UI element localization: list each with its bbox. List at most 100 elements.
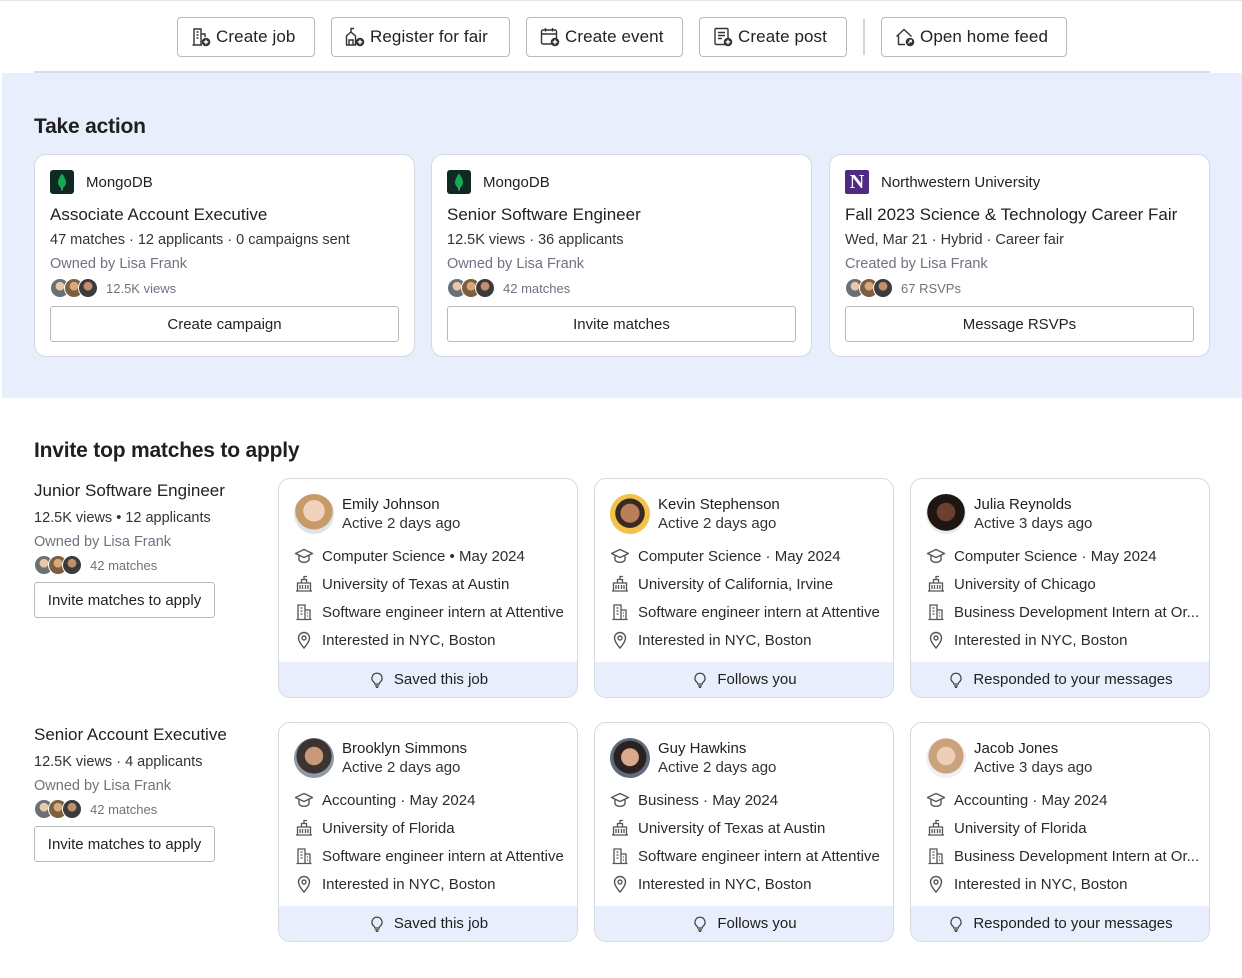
avatar-stack: 42 matches [34,799,264,819]
graduation-cap-icon [926,546,946,566]
match-card[interactable]: Guy Hawkins Active 2 days ago Business ·… [594,722,894,942]
job-owner: Owned by Lisa Frank [34,534,172,550]
match-study: Computer Science · May 2024 [926,546,1206,566]
job-summary: Junior Software Engineer 12.5K views • 1… [34,481,264,621]
match-card[interactable]: Julia Reynolds Active 3 days ago Compute… [910,478,1210,698]
create-event-button[interactable]: Create event [526,17,683,57]
match-active: Active 2 days ago [342,759,461,776]
match-name: Guy Hawkins [658,740,747,757]
graduation-cap-icon [610,546,630,566]
avatar-stack: 42 matches [447,278,570,298]
toolbar-divider [863,19,865,55]
create-job-label: Create job [216,27,296,46]
job-owner: Owned by Lisa Frank [34,778,172,794]
university-icon [610,574,630,594]
match-study: Accounting · May 2024 [294,790,574,810]
university-icon [294,818,314,838]
action-card[interactable]: MongoDB Associate Account Executive 47 m… [34,154,415,357]
open-home-feed-button[interactable]: Open home feed [881,17,1067,57]
graduation-cap-icon [294,546,314,566]
match-work: Business Development Intern at Or... [926,602,1206,622]
action-card-title: Fall 2023 Science & Technology Career Fa… [845,205,1178,224]
match-active: Active 3 days ago [974,759,1093,776]
match-reason: Responded to your messages [911,906,1209,941]
building-plus-icon [192,28,211,47]
invite-matches-button[interactable]: Invite matches [447,306,796,342]
university-icon [926,818,946,838]
university-icon [926,574,946,594]
avatar-stack-label: 12.5K views [106,280,177,296]
action-card-meta: 12.5K views · 36 applicants [447,232,624,248]
match-card[interactable]: Emily Johnson Active 2 days ago Computer… [278,478,578,698]
lightbulb-icon [368,915,386,933]
mongodb-logo-icon [50,170,74,194]
toolbar-top-rule [0,0,1242,1]
match-card[interactable]: Jacob Jones Active 3 days ago Accounting… [910,722,1210,942]
avatar [62,555,82,575]
avatar-stack-label: 67 RSVPs [901,280,961,296]
create-campaign-button[interactable]: Create campaign [50,306,399,342]
match-card[interactable]: Brooklyn Simmons Active 2 days ago Accou… [278,722,578,942]
action-card-meta: 47 matches · 12 applicants · 0 campaigns… [50,232,350,248]
location-pin-icon [926,874,946,894]
action-card-owner: Owned by Lisa Frank [50,256,188,272]
match-name: Brooklyn Simmons [342,740,468,757]
match-interest: Interested in NYC, Boston [610,630,890,650]
building-icon [926,602,946,622]
action-card[interactable]: N Northwestern University Fall 2023 Scie… [829,154,1210,357]
match-school: University of California, Irvine [610,574,890,594]
avatar [294,738,334,778]
lightbulb-icon [947,671,965,689]
avatar [873,278,893,298]
match-active: Active 3 days ago [974,515,1093,532]
create-job-button[interactable]: Create job [177,17,315,57]
create-post-label: Create post [738,27,827,46]
lightbulb-icon [691,915,709,933]
avatar [62,799,82,819]
match-reason: Follows you [595,906,893,941]
avatar [926,494,966,534]
avatar [610,494,650,534]
match-work: Software engineer intern at Attentive [610,846,890,866]
university-icon [294,574,314,594]
org-name: MongoDB [483,173,550,191]
match-reason: Follows you [595,662,893,697]
action-card-org: MongoDB [50,170,153,194]
northwestern-logo-icon: N [845,170,869,194]
lightbulb-icon [368,671,386,689]
avatar-stack: 67 RSVPs [845,278,961,298]
match-reason: Saved this job [279,662,577,697]
org-name: Northwestern University [881,173,1041,191]
job-meta: 12.5K views • 12 applicants [34,510,211,526]
match-reason: Responded to your messages [911,662,1209,697]
invite-matches-to-apply-button[interactable]: Invite matches to apply [34,582,215,618]
match-interest: Interested in NYC, Boston [926,874,1206,894]
org-name: MongoDB [86,173,153,191]
message-rsvps-button[interactable]: Message RSVPs [845,306,1194,342]
match-work: Software engineer intern at Attentive [294,846,574,866]
match-reason: Saved this job [279,906,577,941]
match-study: Accounting · May 2024 [926,790,1206,810]
match-interest: Interested in NYC, Boston [294,874,574,894]
create-post-button[interactable]: Create post [699,17,847,57]
job-meta: 12.5K views · 4 applicants [34,754,203,770]
action-toolbar: Create job Register for fair Create even… [0,0,1242,73]
job-summary: Senior Account Executive 12.5K views · 4… [34,725,264,865]
building-icon [926,846,946,866]
location-pin-icon [926,630,946,650]
avatar [610,738,650,778]
action-card-org: N Northwestern University [845,170,1040,194]
register-for-fair-button[interactable]: Register for fair [331,17,510,57]
match-name: Emily Johnson [342,496,440,513]
action-card-title: Senior Software Engineer [447,205,641,224]
register-for-fair-label: Register for fair [370,27,488,46]
avatar-stack: 12.5K views [50,278,176,298]
match-work: Software engineer intern at Attentive [610,602,890,622]
avatar-stack-label: 42 matches [90,557,158,573]
action-card[interactable]: MongoDB Senior Software Engineer 12.5K v… [431,154,812,357]
university-icon [610,818,630,838]
match-school: University of Texas at Austin [294,574,574,594]
avatar [294,494,334,534]
match-card[interactable]: Kevin Stephenson Active 2 days ago Compu… [594,478,894,698]
invite-matches-to-apply-button[interactable]: Invite matches to apply [34,826,215,862]
